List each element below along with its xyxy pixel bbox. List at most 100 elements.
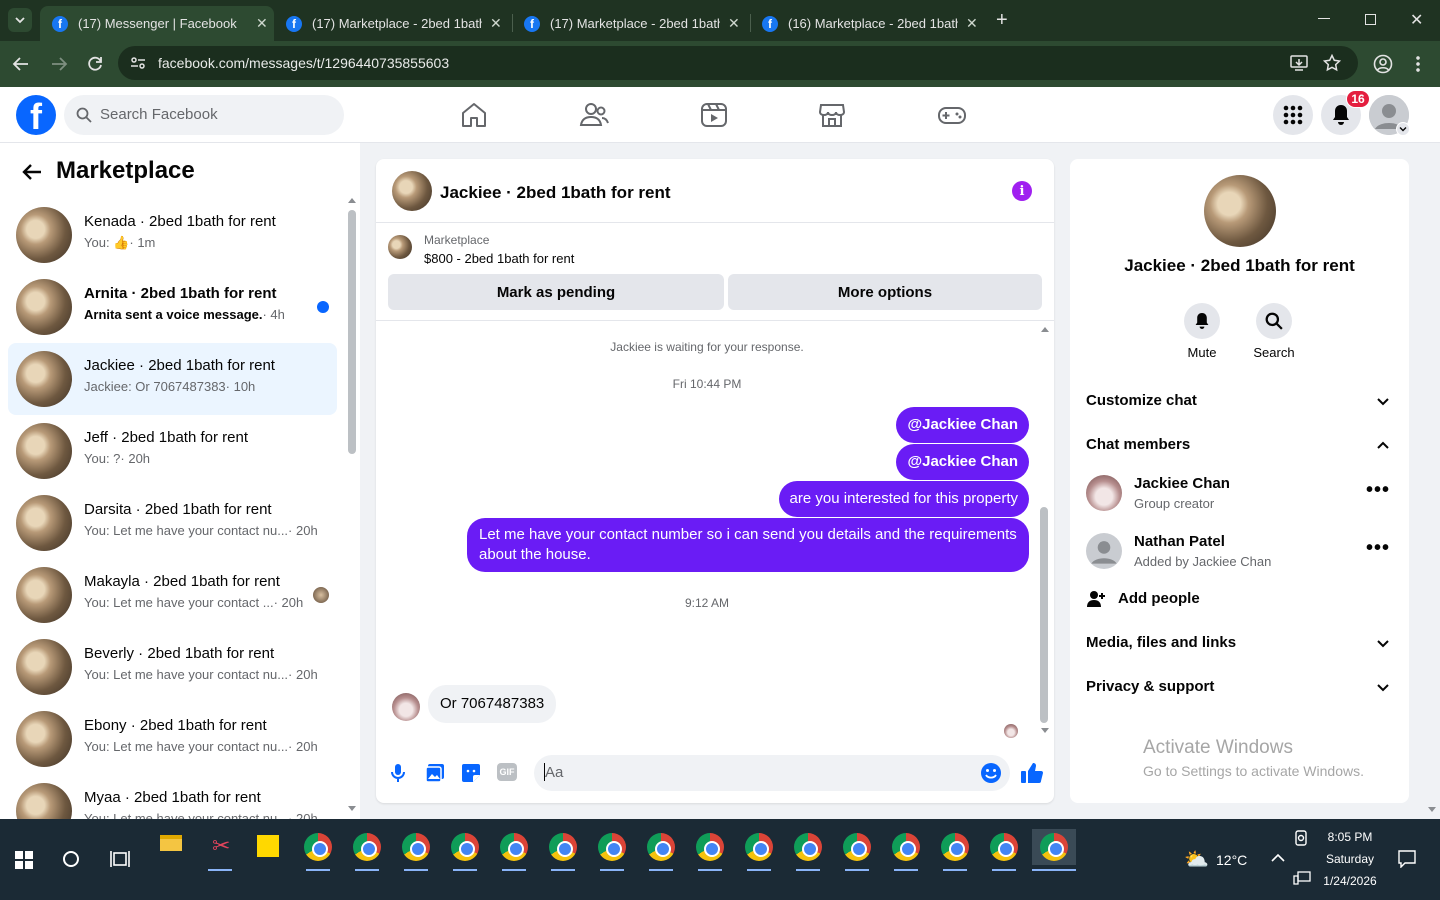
listing-title[interactable]: $800 - 2bed 1bath for rent	[424, 251, 574, 266]
search-input[interactable]: Search Facebook	[64, 95, 344, 135]
scroll-down-arrow-icon[interactable]	[1040, 727, 1050, 735]
restore-button[interactable]	[1365, 14, 1376, 25]
sent-message[interactable]: are you interested for this property	[778, 481, 1029, 517]
sticky-notes-icon[interactable]	[251, 829, 287, 865]
conversation-item[interactable]: Makayla · 2bed 1bath for rent You: Let m…	[8, 559, 337, 631]
chrome-taskbar-icon-active[interactable]	[1032, 829, 1076, 871]
sent-message[interactable]: @Jackiee Chan	[896, 444, 1029, 480]
sent-message[interactable]: Let me have your contact number so i can…	[467, 518, 1029, 572]
sticker-icon[interactable]	[461, 763, 481, 783]
customize-chat-section[interactable]: Customize chat	[1086, 392, 1197, 409]
back-arrow-icon[interactable]	[22, 163, 42, 181]
chrome-taskbar-icon[interactable]	[545, 829, 581, 871]
close-window-button[interactable]: ✕	[1410, 10, 1423, 30]
more-options-button[interactable]: More options	[728, 274, 1042, 310]
chrome-taskbar-icon[interactable]	[300, 829, 336, 871]
close-tab-icon[interactable]: ✕	[490, 15, 502, 32]
chrome-taskbar-icon[interactable]	[986, 829, 1022, 871]
microphone-icon[interactable]	[390, 763, 406, 783]
chat-details-avatar[interactable]	[1204, 175, 1276, 247]
clock-day[interactable]: Saturday	[1312, 852, 1388, 866]
close-tab-icon[interactable]: ✕	[966, 15, 978, 32]
chrome-taskbar-icon[interactable]	[398, 829, 434, 871]
mute-button[interactable]	[1184, 303, 1220, 339]
chrome-taskbar-icon[interactable]	[741, 829, 777, 871]
browser-menu-icon[interactable]	[1416, 55, 1420, 73]
tab-marketplace-2[interactable]: f (17) Marketplace - 2bed 1bath f ✕	[512, 6, 750, 41]
system-tray-chevron-icon[interactable]	[1271, 853, 1285, 863]
chat-title[interactable]: Jackiee · 2bed 1bath for rent	[440, 183, 671, 203]
action-center-icon[interactable]	[1398, 850, 1416, 868]
task-view-icon[interactable]	[110, 850, 130, 868]
close-tab-icon[interactable]: ✕	[728, 15, 740, 32]
cortana-search-icon[interactable]	[62, 850, 80, 868]
meet-now-icon[interactable]	[1294, 830, 1308, 846]
photo-icon[interactable]	[425, 763, 445, 783]
chrome-taskbar-icon[interactable]	[888, 829, 924, 871]
chrome-taskbar-icon[interactable]	[643, 829, 679, 871]
listing-thumbnail[interactable]	[388, 235, 412, 259]
new-tab-button[interactable]: +	[996, 9, 1008, 32]
received-message[interactable]: Or 7067487383	[428, 685, 557, 723]
forward-arrow-icon[interactable]	[50, 55, 68, 73]
weather-icon[interactable]: ⛅	[1184, 847, 1209, 872]
weather-temp[interactable]: 12°C	[1216, 852, 1247, 868]
conversation-item[interactable]: Darsita · 2bed 1bath for rent You: Let m…	[8, 487, 337, 559]
conversation-item[interactable]: Ebony · 2bed 1bath for rent You: Let me …	[8, 703, 337, 775]
chrome-taskbar-icon[interactable]	[349, 829, 385, 871]
snipping-tool-icon[interactable]: ✂	[202, 829, 238, 871]
tab-search-button[interactable]	[8, 8, 32, 32]
add-person-icon[interactable]	[1086, 589, 1106, 609]
member-options-icon[interactable]: •••	[1366, 537, 1390, 560]
friends-icon[interactable]	[578, 99, 610, 131]
page-scroll-down-icon[interactable]	[1427, 806, 1437, 814]
chrome-taskbar-icon[interactable]	[839, 829, 875, 871]
conversation-item[interactable]: Beverly · 2bed 1bath for rent You: Let m…	[8, 631, 337, 703]
profile-icon[interactable]	[1373, 54, 1393, 74]
chat-avatar[interactable]	[392, 171, 432, 211]
install-app-icon[interactable]	[1290, 55, 1308, 71]
chevron-down-icon[interactable]	[1376, 680, 1390, 694]
network-icon[interactable]	[1293, 871, 1311, 885]
scroll-up-arrow-icon[interactable]	[347, 196, 357, 204]
marketplace-icon[interactable]	[816, 99, 848, 131]
chat-members-section[interactable]: Chat members	[1086, 436, 1190, 453]
tab-marketplace-3[interactable]: f (16) Marketplace - 2bed 1bath f ✕	[750, 6, 988, 41]
search-chat-button[interactable]	[1256, 303, 1292, 339]
thumbs-up-icon[interactable]	[1020, 761, 1044, 785]
chevron-down-icon[interactable]	[1376, 636, 1390, 650]
sent-message[interactable]: @Jackiee Chan	[896, 407, 1029, 443]
conversation-item[interactable]: Myaa · 2bed 1bath for rent You: Let me h…	[8, 775, 337, 819]
chrome-taskbar-icon[interactable]	[692, 829, 728, 871]
conversation-item[interactable]: Kenada · 2bed 1bath for rent You: 👍· 1m	[8, 199, 337, 271]
conversation-item-active[interactable]: Jackiee · 2bed 1bath for rent Jackiee: O…	[8, 343, 337, 415]
gif-icon[interactable]: GIF	[497, 763, 517, 781]
conversation-scrollbar[interactable]	[348, 210, 356, 454]
emoji-icon[interactable]	[980, 762, 1002, 784]
chevron-down-icon[interactable]	[1376, 394, 1390, 408]
home-icon[interactable]	[458, 99, 490, 131]
chat-scrollbar[interactable]	[1040, 507, 1048, 723]
clock-date[interactable]: 1/24/2026	[1312, 874, 1388, 888]
mark-as-pending-button[interactable]: Mark as pending	[388, 274, 724, 310]
tab-messenger[interactable]: f (17) Messenger | Facebook ✕	[40, 6, 274, 41]
clock-time[interactable]: 8:05 PM	[1312, 830, 1388, 844]
message-input[interactable]: Aa	[534, 755, 1010, 791]
chrome-taskbar-icon[interactable]	[594, 829, 630, 871]
address-bar[interactable]: facebook.com/messages/t/1296440735855603	[118, 46, 1358, 80]
minimize-button[interactable]	[1318, 18, 1330, 19]
back-arrow-icon[interactable]	[12, 55, 30, 73]
site-info-icon[interactable]	[130, 56, 146, 70]
reload-icon[interactable]	[86, 55, 104, 73]
windows-start-icon[interactable]	[15, 851, 33, 869]
scroll-down-arrow-icon[interactable]	[347, 805, 357, 813]
chrome-taskbar-icon[interactable]	[447, 829, 483, 871]
add-people-button[interactable]: Add people	[1118, 590, 1200, 607]
close-tab-icon[interactable]: ✕	[256, 15, 268, 32]
chrome-taskbar-icon[interactable]	[937, 829, 973, 871]
privacy-support-section[interactable]: Privacy & support	[1086, 678, 1214, 695]
menu-grid-button[interactable]	[1273, 95, 1313, 135]
scroll-up-arrow-icon[interactable]	[1040, 325, 1050, 333]
chevron-up-icon[interactable]	[1376, 438, 1390, 452]
bookmark-star-icon[interactable]	[1323, 54, 1341, 72]
